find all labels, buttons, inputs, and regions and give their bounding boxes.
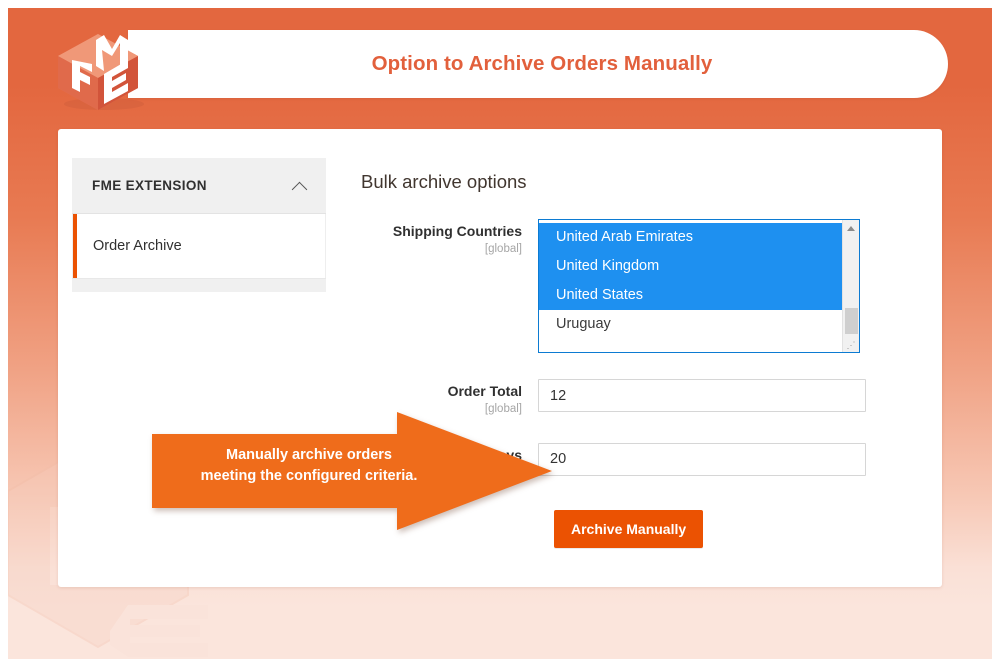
multiselect-option-uruguay[interactable]: Uruguay [539,310,842,339]
label-text: Number of Days [414,446,522,463]
control-shipping-countries: United Arab Emirates United Kingdom Unit… [538,219,928,353]
field-number-of-days: Number of Days [global] [348,442,928,481]
image-frame: Option to Archive Orders Manually FME EX… [0,0,1000,667]
control-number-of-days [538,442,928,476]
multiselect-scrollbar[interactable] [842,220,859,352]
field-shipping-countries: Shipping Countries [global] United Arab … [348,219,928,353]
sidebar-footer-strip [72,278,326,292]
label-text: Order Total [447,383,522,399]
sidebar-items: Order Archive [72,214,326,278]
multiselect-option-us[interactable]: United States [539,281,842,310]
scroll-up-arrow-icon[interactable] [847,226,855,231]
sidebar: FME EXTENSION Order Archive [72,158,326,292]
sidebar-group-label: FME EXTENSION [92,178,207,193]
field-label-shipping-countries: Shipping Countries [global] [348,219,538,257]
field-order-total: Order Total [global] [348,379,928,417]
label-scope: [global] [484,242,522,255]
chevron-up-icon[interactable] [292,180,308,192]
page-title: Option to Archive Orders Manually [371,52,713,75]
number-of-days-input[interactable] [538,442,866,476]
submit-row: Archive Manually [554,509,928,548]
scrollbar-thumb[interactable] [845,308,858,334]
multiselect-options: United Arab Emirates United Kingdom Unit… [539,223,842,352]
content-panel: FME EXTENSION Order Archive Bulk archive… [58,129,942,587]
multiselect-option-uae[interactable]: United Arab Emirates [539,223,842,252]
field-label-order-total: Order Total [global] [348,379,538,417]
archive-manually-button[interactable]: Archive Manually [554,509,704,548]
settings-form: Bulk archive options Shipping Countries … [348,159,928,577]
label-scope: [global] [484,466,522,479]
sidebar-group-header[interactable]: FME EXTENSION [72,158,326,214]
multiselect-option-uk[interactable]: United Kingdom [539,252,842,281]
field-label-number-of-days: Number of Days [global] [348,443,538,481]
resize-handle-icon[interactable]: ⋰ [845,340,857,351]
control-order-total [538,379,928,412]
shipping-countries-multiselect[interactable]: United Arab Emirates United Kingdom Unit… [538,219,860,353]
label-text: Shipping Countries [392,223,522,239]
section-title: Bulk archive options [361,171,527,192]
order-total-input[interactable] [538,379,866,412]
slide-stage: Option to Archive Orders Manually FME EX… [8,8,992,659]
sidebar-item-label: Order Archive [93,238,182,254]
label-scope: [global] [484,402,522,415]
sidebar-item-order-archive[interactable]: Order Archive [73,214,325,278]
